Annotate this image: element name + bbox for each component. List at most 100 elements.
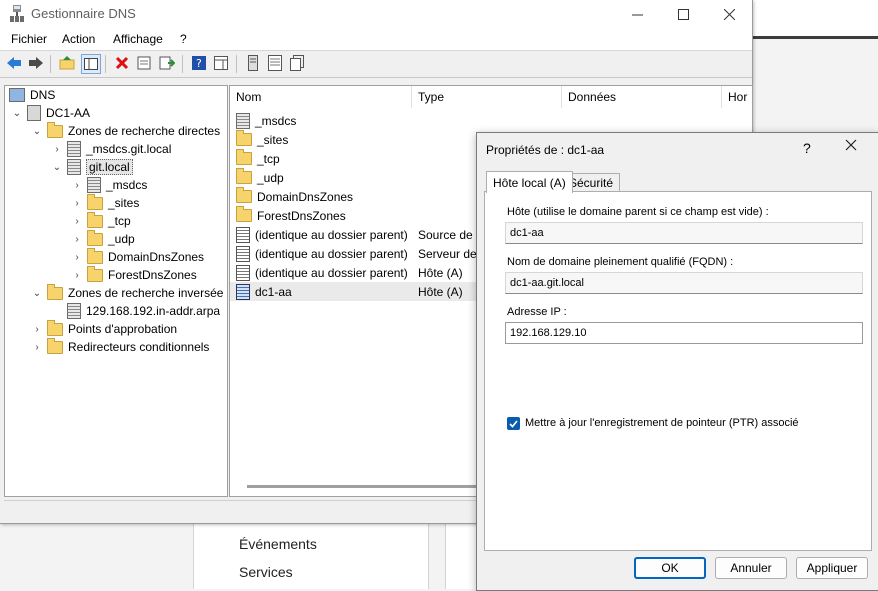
zone-copy-button[interactable] [288,54,306,72]
folder-icon [47,319,63,336]
zone-icon [67,141,81,157]
tree-node-child[interactable]: › _udp [71,229,135,248]
dns-app-icon [10,5,24,22]
forward-button[interactable] [27,54,45,72]
export-list-button[interactable] [158,54,176,72]
checkmark-icon [509,419,518,428]
close-button[interactable] [706,0,752,28]
zone-icon [67,159,81,175]
menu-fichier[interactable]: Fichier [11,32,47,46]
chevron-right-icon[interactable]: › [71,270,83,281]
chevron-down-icon[interactable]: ⌄ [31,288,43,299]
tree-node-child[interactable]: › ForestDnsZones [71,265,197,284]
tree-node-child[interactable]: › _msdcs [71,176,147,194]
folder-icon [47,283,63,300]
svg-text:?: ? [196,57,202,70]
chevron-right-icon[interactable]: › [51,144,63,155]
tree-node-server[interactable]: ⌄ DC1-AA [11,104,90,122]
folder-icon [236,206,252,222]
tree-node-reverse-zone[interactable]: 129.168.192.in-addr.arpa [67,302,220,320]
back-button[interactable] [5,54,23,72]
tab-host-a[interactable]: Hôte local (A) [486,171,573,193]
chevron-down-icon[interactable]: ⌄ [31,126,43,137]
tree-node-forward-zones[interactable]: ⌄ Zones de recherche directes [31,121,220,140]
record-list-icon [268,55,282,71]
folder-icon [87,247,103,264]
apply-button[interactable]: Appliquer [796,557,868,579]
ip-address-field[interactable]: 192.168.129.10 [505,322,863,344]
list-item[interactable]: _msdcs [230,111,750,130]
column-header-name[interactable]: Nom [230,86,412,108]
properties-dialog: Propriétés de : dc1-aa ? Hôte local (A) … [476,132,878,591]
tree-view-icon [84,58,98,70]
dialog-close-button[interactable] [845,138,857,156]
dns-root-icon [9,88,25,102]
zone-list-button[interactable] [266,54,284,72]
zone-icon [67,303,81,319]
tree-node-reverse-zones[interactable]: ⌄ Zones de recherche inversée [31,283,223,302]
events-link[interactable]: Événements [239,536,317,552]
folder-icon [87,211,103,228]
menu-help[interactable]: ? [180,32,187,46]
titlebar: Gestionnaire DNS [0,0,752,28]
dns-record-icon [236,283,250,300]
horizontal-scrollbar[interactable] [247,485,477,488]
chevron-right-icon[interactable]: › [31,324,43,335]
chevron-right-icon[interactable]: › [71,252,83,263]
server-button[interactable] [244,54,262,72]
column-header-timestamp[interactable]: Hor [722,86,752,108]
tree-node-dns[interactable]: DNS [9,86,55,104]
tree-node-child[interactable]: › _sites [71,193,139,212]
ptr-checkbox[interactable] [507,417,520,430]
menubar: Fichier Action Affichage ? [0,28,752,51]
back-arrow-icon [7,57,21,69]
window-title: Gestionnaire DNS [31,6,136,21]
chevron-right-icon[interactable]: › [71,198,83,209]
cancel-button[interactable]: Annuler [715,557,787,579]
ptr-checkbox-label[interactable]: Mettre à jour l'enregistrement de pointe… [525,417,799,429]
properties-button[interactable] [135,54,153,72]
dialog-help-button[interactable]: ? [803,140,811,156]
ok-button[interactable]: OK [634,557,706,579]
ip-label: Adresse IP : [507,306,567,318]
tree-node-conditional-forwarders[interactable]: › Redirecteurs conditionnels [31,337,209,356]
chevron-down-icon[interactable]: ⌄ [51,162,63,173]
close-icon [845,139,857,151]
delete-button[interactable] [113,54,131,72]
help-icon: ? [192,56,206,70]
folder-icon [236,149,252,165]
tree-node-child[interactable]: › _tcp [71,211,131,230]
chevron-right-icon[interactable]: › [71,216,83,227]
services-link[interactable]: Services [239,564,293,580]
menu-affichage[interactable]: Affichage [113,32,163,46]
tree-node-child[interactable]: › DomainDnsZones [71,247,204,266]
tree-node-trust-points[interactable]: › Points d'approbation [31,319,177,338]
chevron-down-icon[interactable]: ⌄ [11,108,23,119]
fqdn-label: Nom de domaine pleinement qualifié (FQDN… [507,256,734,268]
host-label: Hôte (utilise le domaine parent si ce ch… [507,206,769,218]
dns-record-icon [236,226,250,243]
dialog-title: Propriétés de : dc1-aa [486,143,605,157]
chevron-right-icon[interactable]: › [31,342,43,353]
column-header-type[interactable]: Type [412,86,562,108]
chevron-right-icon[interactable]: › [71,234,83,245]
tree-node-git-local[interactable]: ⌄ git.local [51,158,133,176]
up-folder-button[interactable] [58,54,76,72]
help-button[interactable]: ? [190,54,208,72]
menu-action[interactable]: Action [62,32,95,46]
show-tree-button[interactable] [81,54,101,74]
column-header-data[interactable]: Données [562,86,722,108]
folder-icon [236,187,252,203]
tree-node-msdcs-zone[interactable]: › _msdcs.git.local [51,140,171,158]
zone-copy-icon [290,55,304,71]
minimize-button[interactable] [614,0,660,28]
export-icon [159,56,175,70]
folder-icon [47,121,63,138]
host-field[interactable]: dc1-aa [505,222,863,244]
folder-icon [87,193,103,210]
chevron-right-icon[interactable]: › [71,180,83,191]
background-panel-2 [445,520,476,589]
maximize-button[interactable] [660,0,706,28]
action-pane-icon [214,56,228,70]
action-pane-button[interactable] [212,54,230,72]
